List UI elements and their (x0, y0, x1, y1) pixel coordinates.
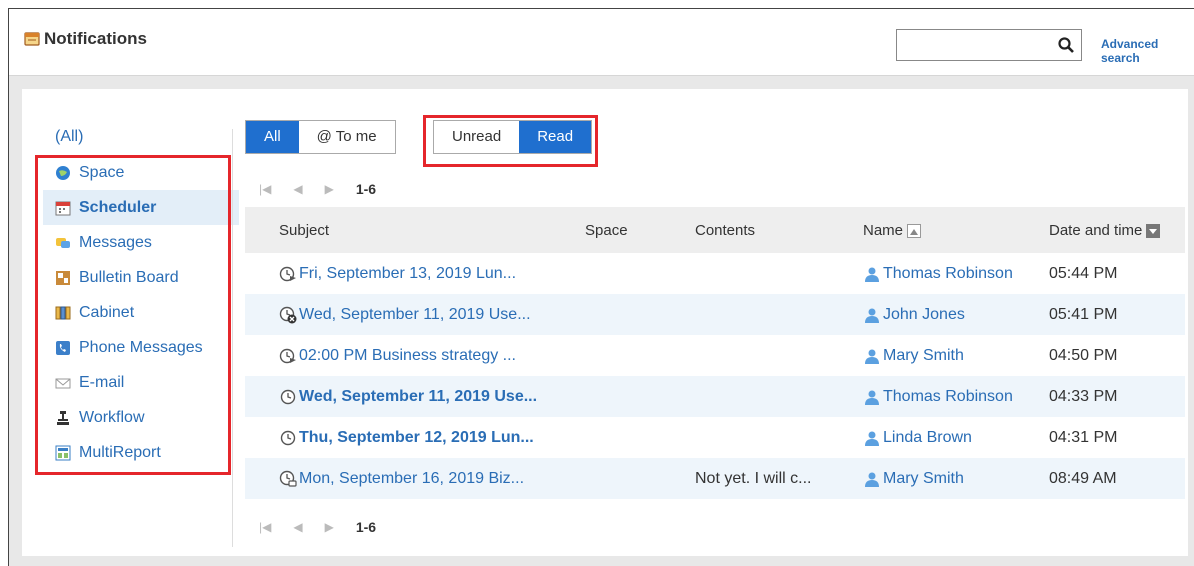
pager-bottom: |◀ ◀ ▶ 1-6 (259, 519, 376, 535)
user-link[interactable]: Mary Smith (863, 470, 1049, 488)
subject-link[interactable]: Wed, September 11, 2019 Use... (245, 388, 585, 406)
contents-cell: Not yet. I will c... (695, 458, 863, 499)
user-icon (865, 431, 879, 446)
space-cell (585, 253, 695, 294)
time-cell: 04:50 PM (1049, 346, 1118, 364)
contents-cell (695, 417, 863, 458)
column-header-date[interactable]: Date and time (1049, 207, 1185, 253)
column-header-subject: Subject (245, 207, 585, 253)
page-title: Notifications (23, 29, 147, 49)
page-title-text: Notifications (44, 29, 147, 48)
first-page-icon[interactable]: |◀ (259, 182, 271, 196)
user-link[interactable]: John Jones (863, 306, 1049, 324)
user-link[interactable]: Thomas Robinson (863, 388, 1049, 406)
prev-page-icon[interactable]: ◀ (293, 520, 302, 534)
table-row[interactable]: 02:00 PM Business strategy ... Mary Smit… (245, 335, 1185, 376)
table-row[interactable]: Wed, September 11, 2019 Use... John Jone… (245, 294, 1185, 335)
table-row[interactable]: Fri, September 13, 2019 Lun... Thomas Ro… (245, 253, 1185, 294)
user-link[interactable]: Thomas Robinson (863, 265, 1049, 283)
sidebar-highlight-box (35, 155, 231, 475)
time-cell: 05:44 PM (1049, 264, 1118, 282)
read-filter-highlight-box (423, 115, 598, 167)
pager-range: 1-6 (355, 519, 377, 535)
search-icon[interactable] (1057, 36, 1075, 54)
sort-asc-icon[interactable] (907, 223, 922, 238)
sort-desc-icon[interactable] (1146, 223, 1161, 238)
subject-link[interactable]: Fri, September 13, 2019 Lun... (245, 265, 585, 283)
prev-page-icon[interactable]: ◀ (293, 182, 302, 196)
table-row[interactable]: Mon, September 16, 2019 Biz... Not yet. … (245, 458, 1185, 499)
notifications-icon (24, 32, 40, 46)
header-bar: Notifications Advanced search (9, 9, 1194, 76)
column-header-space: Space (585, 207, 695, 253)
vertical-divider (232, 129, 233, 547)
user-icon (865, 308, 879, 323)
space-cell (585, 335, 695, 376)
clock-icon (280, 389, 296, 404)
column-header-contents: Contents (695, 207, 863, 253)
space-cell (585, 458, 695, 499)
filter-all-button[interactable]: All (246, 121, 299, 153)
user-icon (865, 349, 879, 364)
time-cell: 08:49 AM (1049, 458, 1185, 499)
filter-to-me-button[interactable]: @ To me (298, 121, 395, 153)
subject-link[interactable]: 02:00 PM Business strategy ... (245, 347, 585, 365)
search-input[interactable] (896, 29, 1082, 61)
clock-arrow-icon (279, 266, 296, 281)
time-cell: 05:41 PM (1049, 294, 1185, 335)
next-page-icon[interactable]: ▶ (325, 520, 334, 534)
user-link[interactable]: Linda Brown (863, 429, 1049, 447)
time-cell: 04:33 PM (1049, 376, 1185, 417)
subject-link[interactable]: Mon, September 16, 2019 Biz... (245, 470, 585, 488)
sidebar-item-all[interactable]: (All) (55, 128, 83, 146)
user-icon (865, 472, 879, 487)
clock-arrow-icon (279, 348, 296, 363)
table-header-row: Subject Space Contents Name Date and tim… (245, 207, 1185, 253)
app-frame: Notifications Advanced search (All) Spac… (8, 8, 1194, 566)
subject-link[interactable]: Thu, September 12, 2019 Lun... (245, 429, 585, 447)
table-row[interactable]: Wed, September 11, 2019 Use... Thomas Ro… (245, 376, 1185, 417)
clock-icon (280, 430, 296, 445)
contents-cell (695, 376, 863, 417)
first-page-icon[interactable]: |◀ (259, 520, 271, 534)
space-cell (585, 376, 695, 417)
recipient-filter: All @ To me (245, 120, 396, 154)
next-page-icon[interactable]: ▶ (325, 182, 334, 196)
user-link[interactable]: Mary Smith (863, 347, 1049, 365)
pager-range: 1-6 (355, 181, 377, 197)
user-icon (865, 267, 879, 282)
contents-cell (695, 294, 863, 335)
table-row[interactable]: Thu, September 12, 2019 Lun... Linda Bro… (245, 417, 1185, 458)
subject-link[interactable]: Wed, September 11, 2019 Use... (245, 306, 585, 324)
contents-cell (695, 253, 863, 294)
space-cell (585, 417, 695, 458)
clock-comment-icon (279, 470, 297, 487)
contents-cell (695, 335, 863, 376)
advanced-search-link[interactable]: Advanced search (1101, 37, 1194, 65)
column-header-name[interactable]: Name (863, 207, 1049, 253)
space-cell (585, 294, 695, 335)
pager-top: |◀ ◀ ▶ 1-6 (259, 181, 376, 197)
time-cell: 04:31 PM (1049, 428, 1118, 446)
clock-delete-icon (279, 306, 297, 323)
notifications-table: Subject Space Contents Name Date and tim… (245, 207, 1185, 499)
main-panel: (All) Space Scheduler Messages Bulletin … (22, 89, 1188, 556)
user-icon (865, 390, 879, 405)
